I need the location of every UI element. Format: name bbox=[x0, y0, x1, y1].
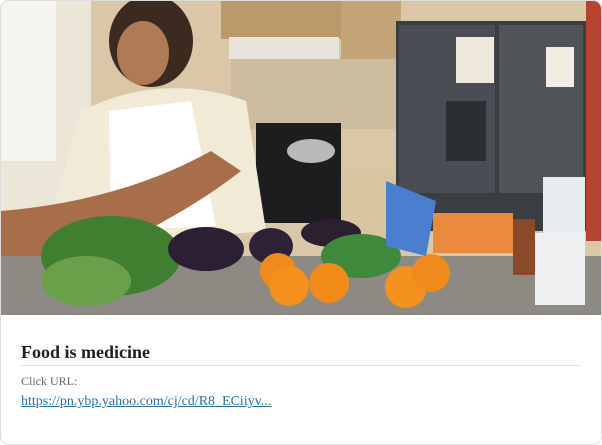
hero-image[interactable] bbox=[1, 1, 601, 315]
card-title[interactable]: Food is medicine bbox=[21, 315, 581, 363]
click-url-label: Click URL: bbox=[21, 374, 78, 388]
kitchen-photo-illustration bbox=[1, 1, 601, 315]
title-divider bbox=[21, 365, 581, 366]
card-body: Food is medicine Click URL: https://pn.y… bbox=[21, 315, 581, 410]
click-url-link[interactable]: https://pn.ybp.yahoo.com/cj/cd/R8_ECiiyv… bbox=[21, 393, 271, 410]
ad-card[interactable]: Food is medicine Click URL: https://pn.y… bbox=[0, 0, 602, 445]
